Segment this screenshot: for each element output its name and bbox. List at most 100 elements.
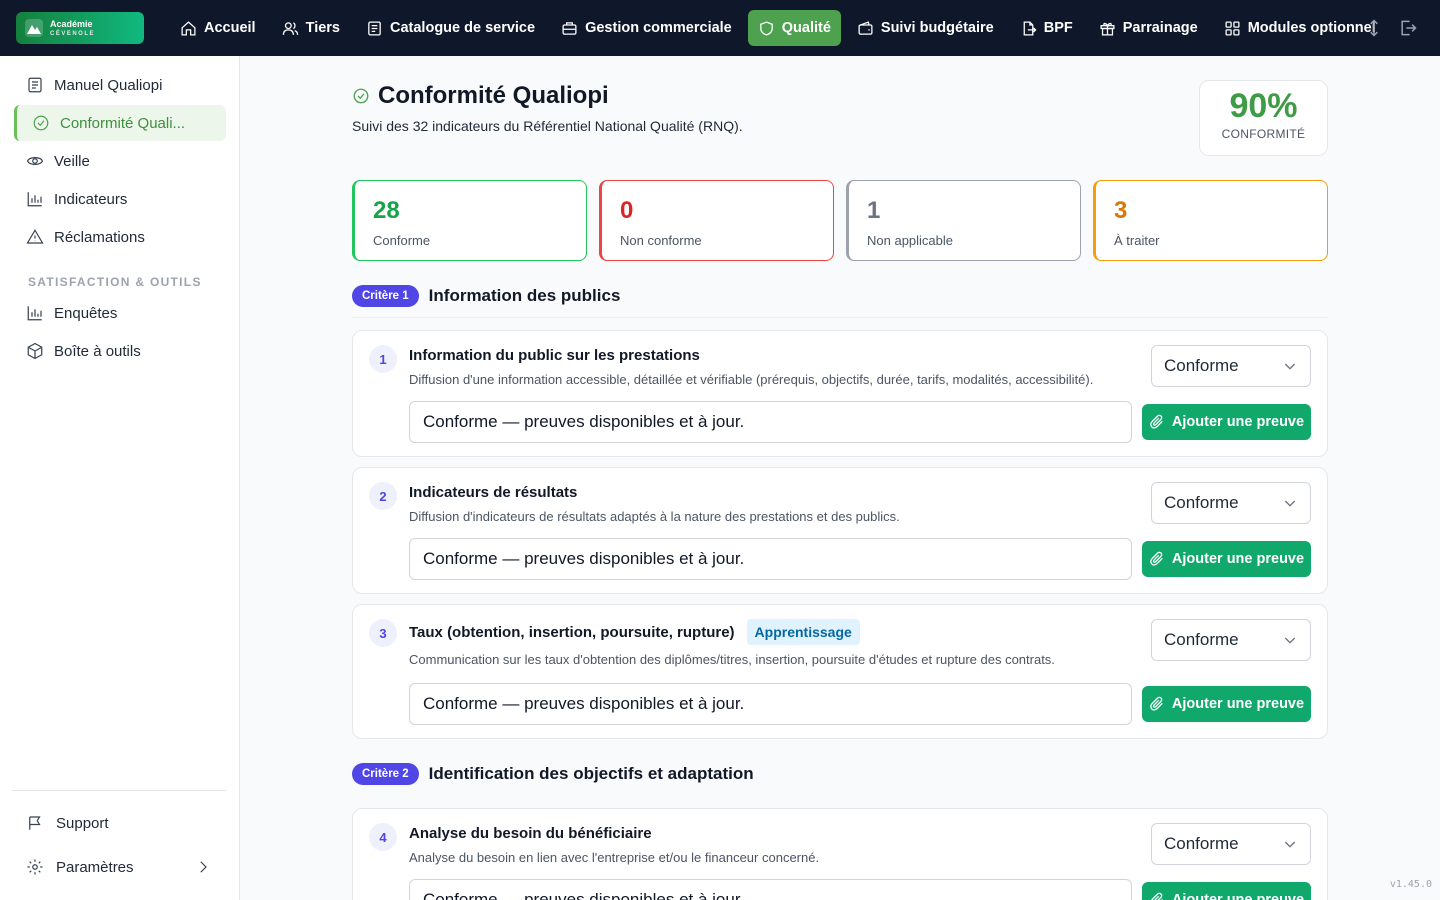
add-proof-button[interactable]: Ajouter une preuve (1142, 404, 1311, 440)
status-select[interactable]: Conforme (1151, 482, 1311, 524)
indicator-card: 4 Analyse du besoin du bénéficiaire Anal… (352, 808, 1328, 900)
status-select[interactable]: Conforme (1151, 823, 1311, 865)
conformity-score-value: 90% (1229, 87, 1298, 125)
catalog-icon (368, 20, 381, 36)
chevron-down-icon (1284, 363, 1296, 370)
indicator-card: 3 Taux (obtention, insertion, poursuite,… (352, 604, 1328, 739)
status-select-value: Conforme (1164, 630, 1239, 649)
page-subtitle: Suivi des 32 indicateurs du Référentiel … (352, 118, 743, 134)
indicator-title: Indicateurs de résultats (409, 484, 577, 501)
sidebar-item-boite-a-outils[interactable]: Boîte à outils (14, 333, 226, 369)
status-select-value: Conforme (1164, 356, 1239, 375)
nav-item-modules-optionnel[interactable]: Modules optionnel (1214, 10, 1386, 46)
nav-item-suivi-budgetaire[interactable]: Suivi budgétaire (847, 10, 1004, 46)
brand-name: Académie (50, 18, 93, 29)
mountain-logo-icon (25, 19, 43, 37)
status-select-value: Conforme (1164, 493, 1239, 512)
gift-icon (1100, 22, 1115, 36)
check-circle-icon (353, 88, 369, 104)
indicator-title-text: Indicateurs de résultats (409, 484, 578, 501)
sidebar-item-label: Réclamations (54, 228, 145, 246)
sidebar-item-manuel-qualiopi[interactable]: Manuel Qualiopi (14, 67, 226, 103)
status-select[interactable]: Conforme (1151, 619, 1311, 661)
stat-label: Non applicable (867, 233, 954, 248)
nav-item-label: Qualité (781, 20, 831, 36)
apprentissage-tag: Apprentissage (746, 619, 860, 645)
nav-item-catalogue[interactable]: Catalogue de service (356, 10, 545, 46)
add-proof-button[interactable]: Ajouter une preuve (1142, 882, 1311, 900)
sidebar: Manuel Qualiopi Conformité Quali... Veil… (0, 56, 240, 900)
indicator-number: 3 (369, 619, 397, 647)
nav-item-label: Accueil (204, 20, 256, 36)
stat-value: 3 (1114, 197, 1128, 224)
add-proof-button[interactable]: Ajouter une preuve (1142, 686, 1311, 722)
support-label: Support (56, 814, 109, 832)
nav-item-label: BPF (1043, 20, 1073, 36)
nav-item-label: Parrainage (1122, 20, 1198, 36)
main-content: Conformité Qualiopi Suivi des 32 indicat… (240, 56, 1440, 900)
nav-item-tiers[interactable]: Tiers (272, 10, 350, 46)
paperclip-icon (1150, 892, 1163, 900)
indicator-description: Communication sur les taux d'obtention d… (409, 652, 1055, 667)
stat-card-non-applicable[interactable]: 1 Non applicable (846, 180, 1081, 261)
stat-label: Non conforme (620, 233, 702, 248)
page-title: Conformité Qualiopi (378, 82, 609, 109)
sidebar-item-conformite[interactable]: Conformité Quali... (14, 105, 226, 141)
bar-chart-icon (27, 192, 42, 207)
nav-item-accueil[interactable]: Accueil (170, 10, 266, 46)
stat-card-conforme[interactable]: 28 Conforme (352, 180, 587, 261)
sidebar-item-label: Veille (54, 152, 90, 170)
stat-value: 0 (620, 197, 634, 224)
status-select[interactable]: Conforme (1151, 345, 1311, 387)
indicator-card: 2 Indicateurs de résultats Diffusion d'i… (352, 467, 1328, 594)
indicator-number: 2 (369, 482, 397, 510)
sidebar-item-veille[interactable]: Veille (14, 143, 226, 179)
conformity-score-label: CONFORMITÉ (1221, 127, 1306, 141)
sidebar-item-label: Boîte à outils (54, 342, 141, 360)
comment-input-value: Conforme — preuves disponibles et à jour… (423, 890, 745, 900)
stat-label: À traiter (1114, 233, 1160, 248)
indicator-description: Diffusion d'indicateurs de résultats ada… (409, 509, 900, 524)
sidebar-item-reclamations[interactable]: Réclamations (14, 219, 226, 255)
sidebar-item-label: Manuel Qualiopi (54, 76, 163, 94)
nav-item-gestion-commerciale[interactable]: Gestion commerciale (551, 10, 742, 46)
brand-logo[interactable]: Académie CÉVENOLE (16, 12, 144, 44)
criterion-divider (352, 317, 1328, 318)
sidebar-settings[interactable]: Paramètres (14, 849, 226, 885)
nav-item-qualite[interactable]: Qualité (747, 10, 841, 46)
comment-input[interactable]: Conforme — preuves disponibles et à jour… (409, 538, 1132, 580)
add-proof-label: Ajouter une preuve (1171, 551, 1305, 567)
indicator-title-text: Analyse du besoin du bénéficiaire (409, 825, 652, 842)
criterion-header: Critère 2 Identification des objectifs e… (352, 763, 754, 785)
sidebar-item-enquetes[interactable]: Enquêtes (14, 295, 226, 331)
nav-item-bpf[interactable]: BPF (1010, 10, 1083, 46)
shield-icon (759, 20, 773, 36)
comment-input[interactable]: Conforme — preuves disponibles et à jour… (409, 683, 1132, 725)
criterion-title: Identification des objectifs et adaptati… (428, 764, 754, 783)
page-header: Conformité Qualiopi (352, 82, 609, 110)
indicator-title: Information du public sur les prestation… (409, 347, 700, 364)
comment-input-value: Conforme — preuves disponibles et à jour… (423, 694, 745, 713)
sidebar-item-indicateurs[interactable]: Indicateurs (14, 181, 226, 217)
check-circle-icon (33, 115, 49, 131)
logout-icon[interactable] (1398, 18, 1418, 38)
stat-card-non-conforme[interactable]: 0 Non conforme (599, 180, 834, 261)
sidebar-section-label: SATISFACTION & OUTILS (28, 275, 202, 289)
gear-icon (27, 859, 43, 875)
comment-input[interactable]: Conforme — preuves disponibles et à jour… (409, 401, 1132, 443)
indicator-card: 1 Information du public sur les prestati… (352, 330, 1328, 457)
sidebar-divider (12, 790, 226, 791)
eye-icon (26, 157, 44, 165)
stat-card-a-traiter[interactable]: 3 À traiter (1093, 180, 1328, 261)
chevron-down-icon (1284, 841, 1296, 848)
sidebar-support[interactable]: Support (14, 805, 226, 841)
add-proof-button[interactable]: Ajouter une preuve (1142, 541, 1311, 577)
conformity-score-card: 90% CONFORMITÉ (1199, 80, 1328, 156)
nav-item-parrainage[interactable]: Parrainage (1089, 10, 1208, 46)
add-proof-label: Ajouter une preuve (1171, 696, 1305, 712)
paperclip-icon (1150, 551, 1163, 566)
status-select-value: Conforme (1164, 834, 1239, 853)
comment-input[interactable]: Conforme — preuves disponibles et à jour… (409, 879, 1132, 900)
sort-arrows-icon[interactable] (1364, 18, 1384, 38)
nav-item-label: Modules optionnel (1247, 20, 1376, 36)
